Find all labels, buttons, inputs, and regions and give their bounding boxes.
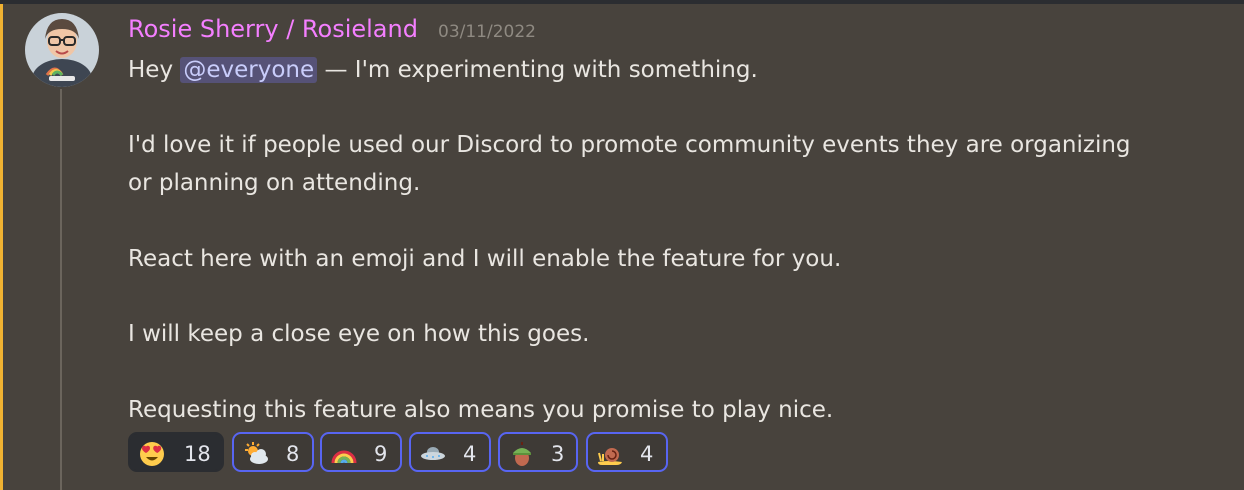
mention-highlight-border [0,4,3,490]
reaction-flying-saucer[interactable]: 4 [409,432,491,472]
snail-emoji-icon [598,448,622,465]
sun-behind-cloud-emoji-icon [245,442,268,464]
message-line-6: Requesting this feature also means you p… [128,397,834,423]
message-line-1: Hey @everyone — I'm experimenting with s… [128,55,758,85]
message-line-4: React here with an emoji and I will enab… [128,246,842,272]
message-timestamp[interactable]: 03/11/2022 [438,20,536,44]
avatar[interactable] [25,13,99,87]
message-line-2: I'd love it if people used our Discord t… [128,132,1131,158]
reaction-rainbow[interactable]: 9 [320,432,402,472]
reaction-count: 3 [551,442,565,466]
greeting-prefix: Hey [128,57,174,83]
reaction-acorn[interactable]: 3 [498,432,578,472]
reaction-sun-behind-cloud[interactable]: 8 [232,432,314,472]
flying-saucer-emoji-icon [421,447,445,460]
reaction-count: 4 [463,442,477,466]
message-line-5: I will keep a close eye on how this goes… [128,321,590,347]
reaction-count: 8 [286,442,300,466]
avatar-image [25,13,99,87]
reaction-count: 18 [184,442,211,466]
thread-line [60,89,62,490]
heart-eyes-emoji-icon [140,442,164,466]
greeting-suffix: — I'm experimenting with something. [324,57,758,83]
message-item[interactable]: Rosie Sherry / Rosieland 03/11/2022 Hey … [0,4,1244,490]
everyone-mention[interactable]: @everyone [180,57,318,83]
rainbow-emoji-icon [331,450,357,464]
message-line-3: or planning on attending. [128,170,421,196]
reaction-heart-eyes[interactable]: 18 [128,432,224,472]
reaction-count: 4 [640,442,654,466]
reaction-snail[interactable]: 4 [586,432,668,472]
acorn-emoji-icon [513,442,531,466]
author-username[interactable]: Rosie Sherry / Rosieland [128,14,418,44]
reaction-count: 9 [374,442,388,466]
